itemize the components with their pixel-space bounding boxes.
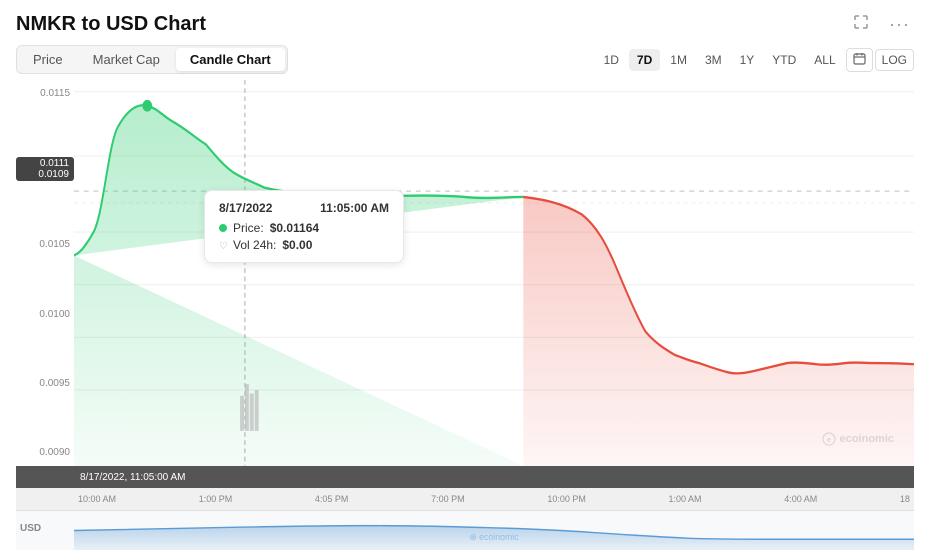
timeframe-all[interactable]: ALL	[806, 49, 843, 71]
timeframe-1m[interactable]: 1M	[662, 49, 695, 71]
vol-bar-3	[250, 393, 254, 430]
tabs-left: Price Market Cap Candle Chart	[16, 45, 288, 74]
tabs-right: 1D 7D 1M 3M 1Y YTD ALL LOG	[596, 48, 914, 72]
y-label-6: 0.0090	[16, 447, 74, 458]
tooltip-vol-value: $0.00	[282, 238, 312, 252]
mini-watermark: ⊕ ecoinomic	[469, 532, 519, 542]
peak-dot	[142, 100, 152, 112]
x-label-5: 10:00 PM	[547, 494, 586, 504]
timeframe-1y[interactable]: 1Y	[732, 49, 763, 71]
green-area	[74, 105, 523, 466]
y-label-5: 0.0095	[16, 378, 74, 389]
tooltip-price-value: $0.01164	[270, 221, 319, 235]
x-label-4: 7:00 PM	[431, 494, 465, 504]
x-label-3: 4:05 PM	[315, 494, 349, 504]
mini-chart-svg: ⊕ ecoinomic	[74, 511, 914, 550]
mini-chart-inner: ⊕ ecoinomic	[74, 511, 914, 550]
x-axis-labels: 10:00 AM 1:00 PM 4:05 PM 7:00 PM 10:00 P…	[16, 488, 914, 510]
watermark-text: ecoinomic	[840, 433, 894, 445]
calendar-button[interactable]	[846, 48, 873, 72]
timeframe-1d[interactable]: 1D	[596, 49, 627, 71]
tooltip-vol-label: Vol 24h:	[233, 238, 276, 252]
tooltip-date: 8/17/2022	[219, 201, 272, 215]
tooltip-price-row: Price: $0.01164	[219, 221, 389, 235]
red-area	[523, 197, 914, 466]
usd-label: USD	[20, 523, 41, 528]
log-button[interactable]: LOG	[875, 49, 914, 71]
tooltip-datetime: 8/17/2022 11:05:00 AM	[219, 201, 389, 215]
heart-icon: ♡	[219, 241, 227, 249]
price-dot-icon	[219, 224, 227, 232]
y-label-3: 0.0105	[16, 239, 74, 250]
y-label-2: 0.01110.0109	[16, 157, 74, 181]
watermark: e ecoinomic	[822, 432, 894, 446]
x-axis-highlighted-label: 8/17/2022, 11:05:00 AM	[74, 470, 191, 485]
vol-bar-1	[240, 396, 244, 431]
watermark-icon: e	[822, 432, 836, 446]
mini-chart: USD ⊕ ecoinomic	[16, 510, 914, 550]
y-label-1: 0.0115	[16, 88, 74, 99]
chart-body: 8/17/2022 11:05:00 AM Price: $0.01164 ♡ …	[74, 80, 914, 466]
x-axis-highlight-bar: 8/17/2022, 11:05:00 AM	[16, 466, 914, 488]
y-label-4: 0.0100	[16, 309, 74, 320]
tab-market-cap[interactable]: Market Cap	[79, 48, 174, 71]
vol-bar-2	[245, 384, 249, 431]
x-label-2: 1:00 PM	[199, 494, 233, 504]
tooltip-time: 11:05:00 AM	[320, 201, 389, 215]
main-chart: 0.0115 0.01110.0109 0.0105 0.0100 0.0095…	[16, 80, 914, 466]
expand-button[interactable]	[849, 12, 873, 37]
svg-text:e: e	[827, 437, 831, 444]
page-title: NMKR to USD Chart	[16, 13, 206, 36]
chart-area: 0.0115 0.01110.0109 0.0105 0.0100 0.0095…	[16, 80, 914, 550]
timeframe-7d[interactable]: 7D	[629, 49, 660, 71]
timeframe-ytd[interactable]: YTD	[764, 49, 804, 71]
tab-candle-chart[interactable]: Candle Chart	[176, 48, 285, 71]
price-chart-svg	[74, 80, 914, 466]
more-button[interactable]: ···	[885, 12, 914, 37]
y-axis: 0.0115 0.01110.0109 0.0105 0.0100 0.0095…	[16, 80, 74, 466]
tooltip-price-label: Price:	[233, 221, 264, 235]
x-label-6: 1:00 AM	[669, 494, 702, 504]
tab-price[interactable]: Price	[19, 48, 77, 71]
header-icons: ···	[849, 12, 914, 37]
tooltip-vol-row: ♡ Vol 24h: $0.00	[219, 238, 389, 252]
chart-header: NMKR to USD Chart ···	[16, 12, 914, 37]
x-labels-container: 10:00 AM 1:00 PM 4:05 PM 7:00 PM 10:00 P…	[74, 494, 914, 504]
timeframe-3m[interactable]: 3M	[697, 49, 730, 71]
x-label-7: 4:00 AM	[784, 494, 817, 504]
x-label-1: 10:00 AM	[78, 494, 116, 504]
tabs-row: Price Market Cap Candle Chart 1D 7D 1M 3…	[16, 45, 914, 74]
chart-tooltip: 8/17/2022 11:05:00 AM Price: $0.01164 ♡ …	[204, 190, 404, 263]
x-label-8: 18	[900, 494, 910, 504]
vol-bar-4	[255, 390, 259, 431]
